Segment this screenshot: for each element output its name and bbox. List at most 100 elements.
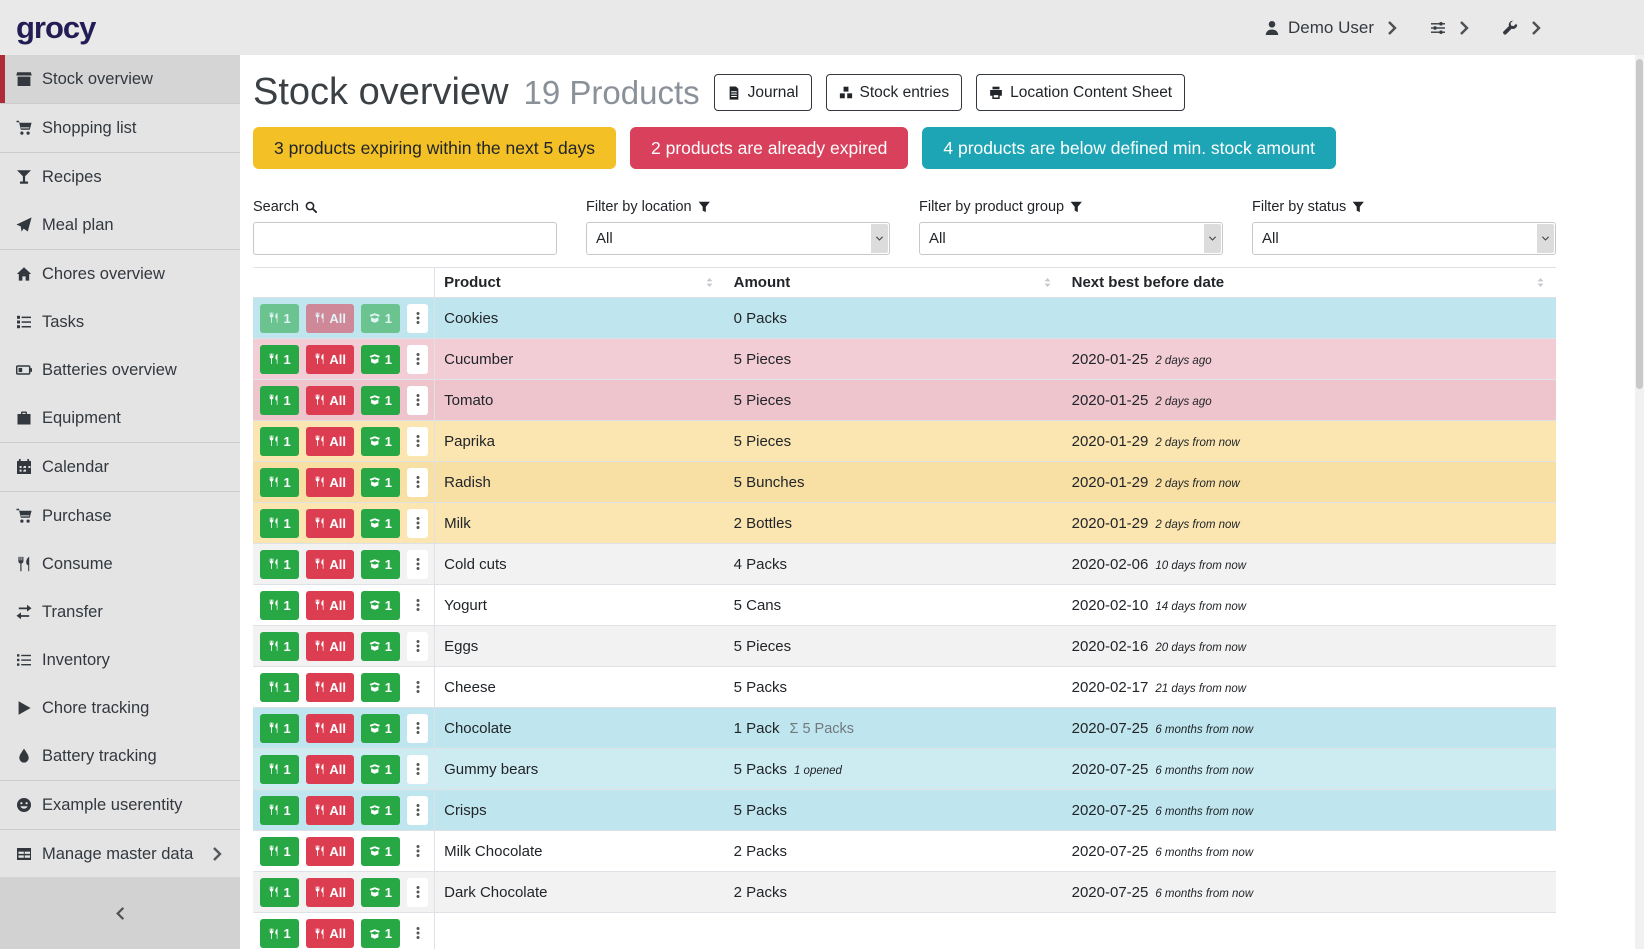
- row-menu-button[interactable]: [407, 837, 428, 866]
- stock-entries-button[interactable]: Stock entries: [826, 74, 963, 111]
- sort-icon[interactable]: [703, 276, 716, 289]
- open-one-button[interactable]: 1: [361, 755, 400, 784]
- journal-button[interactable]: Journal: [714, 74, 812, 111]
- open-one-button[interactable]: 1: [361, 509, 400, 538]
- sidebar-item-tasks[interactable]: Tasks: [0, 298, 240, 346]
- consume-one-button[interactable]: 1: [260, 550, 299, 579]
- open-one-button[interactable]: 1: [361, 427, 400, 456]
- filter-by-status-select[interactable]: All: [1252, 222, 1556, 255]
- sidebar-item-manage-master-data[interactable]: Manage master data: [0, 830, 240, 878]
- consume-one-button[interactable]: 1: [260, 755, 299, 784]
- consume-one-button[interactable]: 1: [260, 386, 299, 415]
- open-one-button[interactable]: 1: [361, 796, 400, 825]
- consume-all-button[interactable]: All: [306, 632, 354, 661]
- consume-all-button[interactable]: All: [306, 919, 354, 948]
- select-arrow-button[interactable]: [1537, 224, 1554, 253]
- sidebar-item-example-userentity[interactable]: Example userentity: [0, 781, 240, 829]
- sidebar-item-inventory[interactable]: Inventory: [0, 636, 240, 684]
- open-one-button[interactable]: 1: [361, 345, 400, 374]
- filter-by-product-group-select[interactable]: All: [919, 222, 1223, 255]
- sidebar-item-chores-overview[interactable]: Chores overview: [0, 250, 240, 298]
- consume-one-button[interactable]: 1: [260, 673, 299, 702]
- sidebar-item-consume[interactable]: Consume: [0, 540, 240, 588]
- app-logo[interactable]: grocy: [16, 10, 95, 46]
- consume-one-button[interactable]: 1: [260, 632, 299, 661]
- sidebar-collapse-button[interactable]: [0, 877, 240, 949]
- row-menu-button[interactable]: [407, 714, 428, 743]
- open-one-button[interactable]: 1: [361, 878, 400, 907]
- alert-info[interactable]: 4 products are below defined min. stock …: [922, 127, 1336, 169]
- sidebar-item-recipes[interactable]: Recipes: [0, 153, 240, 201]
- row-menu-button[interactable]: [407, 591, 428, 620]
- column-header-next-best-before-date[interactable]: Next best before date: [1063, 268, 1556, 298]
- row-menu-button[interactable]: [407, 550, 428, 579]
- consume-one-button[interactable]: 1: [260, 427, 299, 456]
- page-scrollbar[interactable]: [1635, 55, 1644, 949]
- row-menu-button[interactable]: [407, 427, 428, 456]
- consume-one-button[interactable]: 1: [260, 304, 299, 333]
- consume-one-button[interactable]: 1: [260, 468, 299, 497]
- row-menu-button[interactable]: [407, 509, 428, 538]
- row-menu-button[interactable]: [407, 796, 428, 825]
- consume-all-button[interactable]: All: [306, 878, 354, 907]
- sidebar-item-chore-tracking[interactable]: Chore tracking: [0, 684, 240, 732]
- alert-warning[interactable]: 3 products expiring within the next 5 da…: [253, 127, 616, 169]
- settings-menu[interactable]: [1430, 20, 1472, 36]
- row-menu-button[interactable]: [407, 386, 428, 415]
- consume-one-button[interactable]: 1: [260, 919, 299, 948]
- consume-one-button[interactable]: 1: [260, 837, 299, 866]
- row-menu-button[interactable]: [407, 919, 428, 948]
- consume-one-button[interactable]: 1: [260, 509, 299, 538]
- consume-all-button[interactable]: All: [306, 468, 354, 497]
- select-arrow-button[interactable]: [1204, 224, 1221, 253]
- consume-all-button[interactable]: All: [306, 345, 354, 374]
- open-one-button[interactable]: 1: [361, 919, 400, 948]
- scrollbar-thumb[interactable]: [1636, 59, 1643, 389]
- sidebar-item-batteries-overview[interactable]: Batteries overview: [0, 346, 240, 394]
- row-menu-button[interactable]: [407, 673, 428, 702]
- open-one-button[interactable]: 1: [361, 632, 400, 661]
- open-one-button[interactable]: 1: [361, 591, 400, 620]
- open-one-button[interactable]: 1: [361, 837, 400, 866]
- open-one-button[interactable]: 1: [361, 386, 400, 415]
- location-content-sheet-button[interactable]: Location Content Sheet: [976, 74, 1185, 111]
- open-one-button[interactable]: 1: [361, 714, 400, 743]
- sidebar-item-battery-tracking[interactable]: Battery tracking: [0, 732, 240, 780]
- open-one-button[interactable]: 1: [361, 304, 400, 333]
- consume-one-button[interactable]: 1: [260, 714, 299, 743]
- admin-menu[interactable]: [1502, 20, 1544, 36]
- sidebar-item-meal-plan[interactable]: Meal plan: [0, 201, 240, 249]
- sidebar-item-transfer[interactable]: Transfer: [0, 588, 240, 636]
- search-input[interactable]: [253, 222, 557, 255]
- open-one-button[interactable]: 1: [361, 673, 400, 702]
- row-menu-button[interactable]: [407, 632, 428, 661]
- user-menu[interactable]: Demo User: [1264, 18, 1400, 38]
- sidebar-item-equipment[interactable]: Equipment: [0, 394, 240, 442]
- consume-all-button[interactable]: All: [306, 755, 354, 784]
- row-menu-button[interactable]: [407, 468, 428, 497]
- sort-icon[interactable]: [1041, 276, 1054, 289]
- row-menu-button[interactable]: [407, 304, 428, 333]
- consume-all-button[interactable]: All: [306, 386, 354, 415]
- open-one-button[interactable]: 1: [361, 468, 400, 497]
- consume-all-button[interactable]: All: [306, 591, 354, 620]
- sidebar-item-calendar[interactable]: Calendar: [0, 443, 240, 491]
- sidebar-item-purchase[interactable]: Purchase: [0, 492, 240, 540]
- select-arrow-button[interactable]: [871, 224, 888, 253]
- consume-one-button[interactable]: 1: [260, 591, 299, 620]
- consume-all-button[interactable]: All: [306, 673, 354, 702]
- column-header-amount[interactable]: Amount: [725, 268, 1063, 298]
- sidebar-item-stock-overview[interactable]: Stock overview: [0, 55, 240, 103]
- row-menu-button[interactable]: [407, 878, 428, 907]
- consume-all-button[interactable]: All: [306, 550, 354, 579]
- sidebar-item-shopping-list[interactable]: Shopping list: [0, 104, 240, 152]
- consume-all-button[interactable]: All: [306, 427, 354, 456]
- row-menu-button[interactable]: [407, 755, 428, 784]
- consume-all-button[interactable]: All: [306, 796, 354, 825]
- consume-one-button[interactable]: 1: [260, 796, 299, 825]
- alert-danger[interactable]: 2 products are already expired: [630, 127, 908, 169]
- consume-one-button[interactable]: 1: [260, 345, 299, 374]
- filter-by-location-select[interactable]: All: [586, 222, 890, 255]
- open-one-button[interactable]: 1: [361, 550, 400, 579]
- consume-all-button[interactable]: All: [306, 837, 354, 866]
